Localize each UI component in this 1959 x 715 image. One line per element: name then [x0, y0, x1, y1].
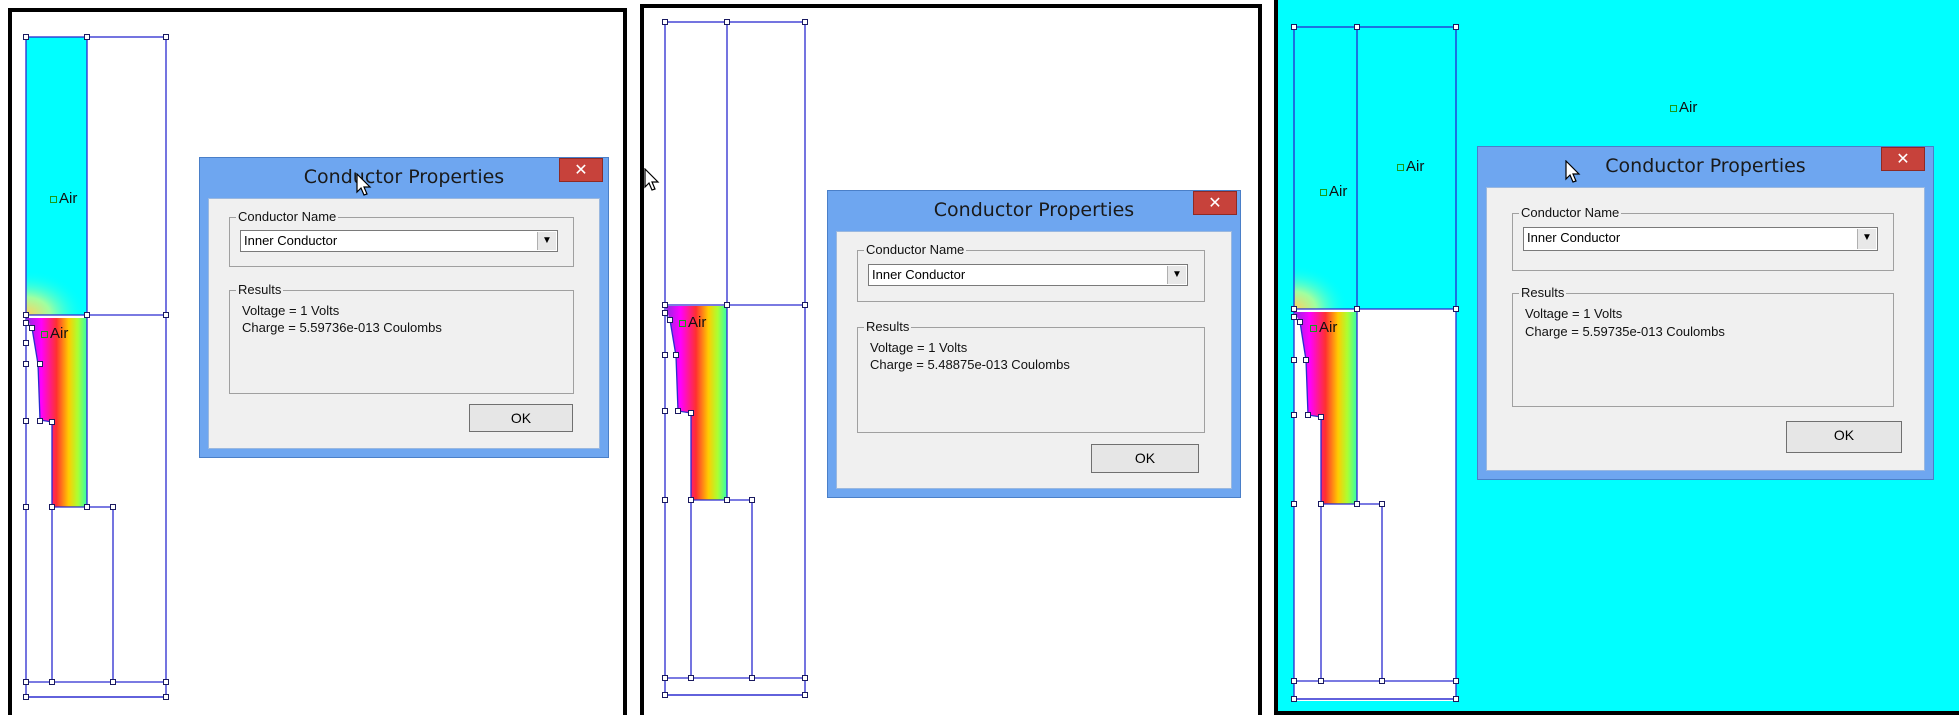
results-label: Results [864, 319, 912, 334]
field-gradient [665, 306, 727, 500]
conductor-name-label: Conductor Name [864, 242, 967, 257]
conductor-name-label: Conductor Name [236, 209, 339, 224]
conductor-properties-dialog: Conductor Properties ✕ Conductor Name In… [199, 157, 609, 458]
conductor-name-value: Inner Conductor [244, 233, 338, 248]
air-label: Air [50, 190, 77, 207]
conductor-name-group: Conductor Name Inner Conductor ▼ [1512, 205, 1894, 271]
dialog-title: Conductor Properties [1605, 155, 1806, 177]
close-icon[interactable]: ✕ [1881, 147, 1925, 171]
conductor-name-select[interactable]: Inner Conductor ▼ [868, 264, 1188, 286]
mouse-cursor-icon [644, 168, 660, 191]
panel-2: Air Conductor Properties ✕ Conductor Nam… [638, 0, 1268, 715]
voltage-readout: Voltage = 1 Volts [242, 303, 340, 318]
ok-button[interactable]: OK [1786, 421, 1902, 453]
dialog-body: Conductor Name Inner Conductor ▼ Results… [1486, 187, 1925, 471]
close-icon[interactable]: ✕ [1193, 191, 1237, 215]
charge-readout: Charge = 5.48875e-013 Coulombs [870, 357, 1070, 372]
mouse-cursor-icon [356, 173, 372, 196]
dropdown-arrow-icon[interactable]: ▼ [1167, 266, 1186, 284]
conductor-name-select[interactable]: Inner Conductor ▼ [1523, 227, 1878, 251]
air-label: Air [1320, 183, 1347, 200]
dialog-title: Conductor Properties [303, 166, 505, 188]
dialog-body: Conductor Name Inner Conductor ▼ Results… [836, 231, 1232, 489]
panel-1: Air Air Conductor Properties ✕ Conductor… [0, 0, 630, 715]
conductor-properties-dialog: Conductor Properties ✕ Conductor Name In… [1477, 146, 1934, 480]
conductor-name-label: Conductor Name [1519, 205, 1622, 220]
conductor-name-value: Inner Conductor [1527, 230, 1621, 245]
charge-readout: Charge = 5.59735e-013 Coulombs [1525, 324, 1725, 339]
air-label: Air [679, 314, 706, 331]
dropdown-arrow-icon[interactable]: ▼ [537, 232, 556, 250]
ok-button[interactable]: OK [469, 404, 573, 432]
results-group: Results Voltage = 1 Volts Charge = 5.597… [229, 282, 574, 394]
close-icon[interactable]: ✕ [559, 158, 603, 182]
results-group: Results Voltage = 1 Volts Charge = 5.597… [1512, 285, 1894, 407]
charge-readout: Charge = 5.59736e-013 Coulombs [242, 320, 442, 335]
conductor-name-group: Conductor Name Inner Conductor ▼ [857, 242, 1205, 302]
results-group: Results Voltage = 1 Volts Charge = 5.488… [857, 319, 1205, 433]
air-label: Air [1670, 99, 1697, 116]
voltage-readout: Voltage = 1 Volts [870, 340, 968, 355]
air-label: Air [41, 325, 68, 342]
conductor-name-value: Inner Conductor [872, 267, 966, 282]
dropdown-arrow-icon[interactable]: ▼ [1857, 229, 1876, 249]
voltage-readout: Voltage = 1 Volts [1525, 306, 1623, 321]
ok-button[interactable]: OK [1091, 444, 1199, 473]
conductor-name-select[interactable]: Inner Conductor ▼ [240, 230, 558, 252]
dialog-title: Conductor Properties [933, 199, 1135, 221]
conductor-properties-dialog: Conductor Properties ✕ Conductor Name In… [827, 190, 1241, 498]
results-label: Results [236, 282, 284, 297]
air-label: Air [1397, 158, 1424, 175]
results-label: Results [1519, 285, 1567, 300]
dialog-body: Conductor Name Inner Conductor ▼ Results… [208, 198, 600, 449]
mouse-cursor-icon [1565, 160, 1581, 183]
conductor-name-group: Conductor Name Inner Conductor ▼ [229, 209, 574, 267]
air-label: Air [1310, 319, 1337, 336]
panel-3: Air Air Air Air Conductor Properties ✕ C… [1274, 0, 1959, 715]
